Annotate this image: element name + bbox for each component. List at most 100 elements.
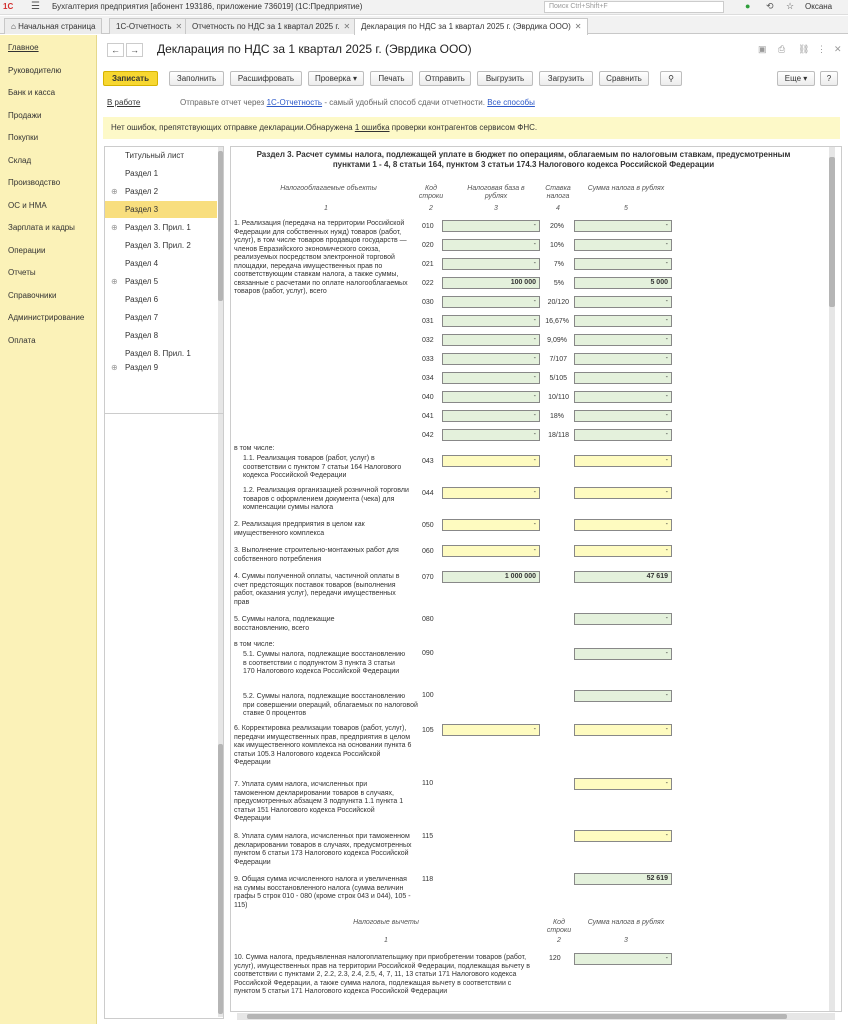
print-button[interactable]: Печать <box>370 71 413 86</box>
tree-scroll-thumb[interactable] <box>218 151 223 301</box>
base-field[interactable]: - <box>442 258 540 270</box>
tab-1c-reporting[interactable]: 1С-Отчетность ✕ <box>109 18 190 34</box>
nav-sales[interactable]: Продажи <box>8 111 41 120</box>
base-field[interactable]: - <box>442 391 540 403</box>
notification-icon[interactable]: ● <box>745 1 750 11</box>
tab-vat-declaration[interactable]: Декларация по НДС за 1 квартал 2025 г. (… <box>354 18 589 35</box>
more-button[interactable]: Еще ▾ <box>777 71 815 86</box>
nav-production[interactable]: Производство <box>8 178 60 187</box>
import-button[interactable]: Загрузить <box>539 71 593 86</box>
tax-field[interactable]: - <box>574 315 672 327</box>
all-methods-link[interactable]: Все способы <box>487 98 535 107</box>
tax-field-110[interactable]: - <box>574 778 672 790</box>
print-icon[interactable]: ⎙ <box>778 44 785 55</box>
base-field[interactable]: - <box>442 429 540 441</box>
tax-field-115[interactable]: - <box>574 830 672 842</box>
tax-field[interactable]: 5 000 <box>574 277 672 289</box>
decode-button[interactable]: Расшифровать <box>230 71 302 86</box>
close-icon[interactable]: ✕ <box>176 22 183 31</box>
tax-field[interactable]: - <box>574 239 672 251</box>
tree-scrollbar[interactable] <box>218 147 223 413</box>
base-field-070[interactable]: 1 000 000 <box>442 571 540 583</box>
expand-icon[interactable]: ⊕ <box>111 219 118 236</box>
export-button[interactable]: Выгрузить <box>477 71 533 86</box>
global-search-input[interactable]: Поиск Ctrl+Shift+F <box>544 1 724 13</box>
nav-operations[interactable]: Операции <box>8 246 45 255</box>
base-field-105[interactable]: - <box>442 724 540 736</box>
tax-field[interactable]: - <box>574 353 672 365</box>
tree-lower-scroll-thumb[interactable] <box>218 744 223 1014</box>
status-link[interactable]: В работе <box>107 98 140 107</box>
tree-item-section-5[interactable]: ⊕ Раздел 5 <box>105 273 217 290</box>
tab-home[interactable]: ⌂ Начальная страница <box>4 18 103 34</box>
form-scrollbar[interactable] <box>829 147 835 1011</box>
nav-purchases[interactable]: Покупки <box>8 133 38 142</box>
attach-button[interactable]: ⚲ <box>660 71 682 86</box>
tax-field[interactable]: - <box>574 296 672 308</box>
reporting-link[interactable]: 1С-Отчетность <box>267 98 323 107</box>
tree-item-section-8[interactable]: Раздел 8 <box>105 327 217 344</box>
check-button[interactable]: Проверка ▾ <box>308 71 364 86</box>
base-field[interactable]: - <box>442 334 540 346</box>
back-button[interactable]: ← <box>107 43 124 57</box>
base-field[interactable]: - <box>442 410 540 422</box>
tax-field[interactable]: - <box>574 220 672 232</box>
base-field-043[interactable]: - <box>442 455 540 467</box>
base-field[interactable]: - <box>442 239 540 251</box>
expand-icon[interactable]: ⊕ <box>111 183 118 200</box>
nav-administration[interactable]: Администрирование <box>8 313 84 322</box>
tax-field[interactable]: - <box>574 334 672 346</box>
tree-item-title-page[interactable]: Титульный лист <box>105 147 217 164</box>
base-field[interactable]: - <box>442 220 540 232</box>
close-icon[interactable]: ✕ <box>575 22 582 31</box>
base-field[interactable]: - <box>442 372 540 384</box>
tree-item-section-1[interactable]: Раздел 1 <box>105 165 217 182</box>
base-field[interactable]: 100 000 <box>442 277 540 289</box>
tax-field-060[interactable]: - <box>574 545 672 557</box>
nav-bank-cash[interactable]: Банк и касса <box>8 88 55 97</box>
menu-icon[interactable]: ☰ <box>31 1 40 12</box>
tab-vat-reports[interactable]: Отчетность по НДС за 1 квартал 2025 г. ✕ <box>185 18 358 34</box>
close-icon[interactable]: ✕ <box>344 22 351 31</box>
compare-button[interactable]: Сравнить <box>599 71 649 86</box>
link-icon[interactable]: ⛓ <box>798 44 809 55</box>
tax-field[interactable]: - <box>574 391 672 403</box>
send-button[interactable]: Отправить <box>419 71 471 86</box>
error-link[interactable]: 1 ошибка <box>355 123 390 132</box>
nav-management[interactable]: Руководителю <box>8 66 61 75</box>
favorites-icon[interactable]: ☆ <box>786 1 794 12</box>
form-hscroll-thumb[interactable] <box>247 1014 787 1019</box>
tax-field[interactable]: - <box>574 429 672 441</box>
base-field[interactable]: - <box>442 353 540 365</box>
nav-fixed-assets[interactable]: ОС и НМА <box>8 201 47 210</box>
more-icon[interactable]: ⋮ <box>817 44 826 55</box>
tree-item-section-4[interactable]: Раздел 4 <box>105 255 217 272</box>
nav-directories[interactable]: Справочники <box>8 291 56 300</box>
nav-main[interactable]: Главное <box>8 43 39 52</box>
base-field[interactable]: - <box>442 296 540 308</box>
tax-field-080[interactable]: - <box>574 613 672 625</box>
help-button[interactable]: ? <box>820 71 838 86</box>
nav-reports[interactable]: Отчеты <box>8 268 36 277</box>
user-name[interactable]: Оксана <box>805 2 832 11</box>
tax-field-105[interactable]: - <box>574 724 672 736</box>
tree-item-section-8-app-1[interactable]: Раздел 8. Прил. 1 <box>105 345 217 362</box>
history-icon[interactable]: ⟲ <box>766 1 774 12</box>
save-button[interactable]: Записать <box>103 71 158 86</box>
fill-button[interactable]: Заполнить <box>169 71 224 86</box>
tax-field-050[interactable]: - <box>574 519 672 531</box>
tree-item-section-2[interactable]: ⊕ Раздел 2 <box>105 183 217 200</box>
tax-field-100[interactable]: - <box>574 690 672 702</box>
save-icon[interactable]: ▣ <box>758 44 767 55</box>
expand-icon[interactable]: ⊕ <box>111 363 118 373</box>
tree-lower-scrollbar[interactable] <box>218 414 223 1017</box>
tree-item-section-7[interactable]: Раздел 7 <box>105 309 217 326</box>
tax-field-090[interactable]: - <box>574 648 672 660</box>
tax-field[interactable]: - <box>574 258 672 270</box>
nav-salary[interactable]: Зарплата и кадры <box>8 223 75 232</box>
tax-field-118[interactable]: 52 619 <box>574 873 672 885</box>
tree-item-section-3-app-2[interactable]: Раздел 3. Прил. 2 <box>105 237 217 254</box>
tax-field[interactable]: - <box>574 372 672 384</box>
expand-icon[interactable]: ⊕ <box>111 273 118 290</box>
tax-field-044[interactable]: - <box>574 487 672 499</box>
